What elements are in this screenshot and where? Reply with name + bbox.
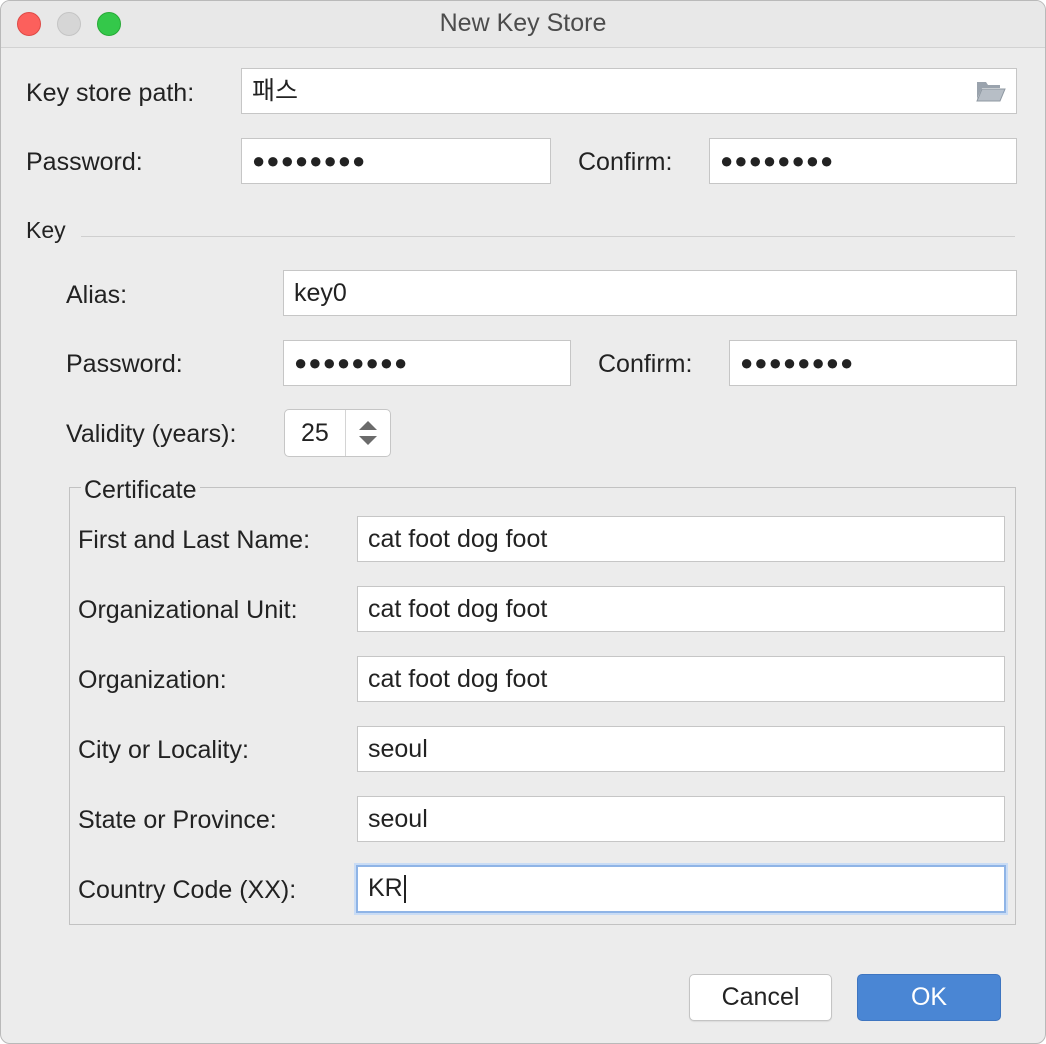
validity-label: Validity (years): <box>66 420 237 448</box>
key-section-divider <box>81 236 1015 237</box>
country-code-input[interactable]: KR <box>356 865 1006 913</box>
up-down-arrows-icon[interactable] <box>346 410 390 456</box>
validity-stepper-arrows[interactable] <box>345 410 390 456</box>
folder-open-icon[interactable] <box>976 79 1006 103</box>
country-code-value: KR <box>368 874 403 902</box>
organizational-unit-label: Organizational Unit: <box>78 596 298 624</box>
city-locality-input[interactable]: seoul <box>357 726 1005 772</box>
organization-input[interactable]: cat foot dog foot <box>357 656 1005 702</box>
validity-value: 25 <box>301 419 329 447</box>
alias-label: Alias: <box>66 281 128 309</box>
country-code-label: Country Code (XX): <box>78 876 297 904</box>
ok-button[interactable]: OK <box>857 974 1001 1021</box>
key-password-input[interactable]: ●●●●●●●● <box>283 340 571 386</box>
keystore-path-value: 패스 <box>252 77 299 105</box>
keystore-path-input[interactable]: 패스 <box>241 68 1017 114</box>
cancel-button[interactable]: Cancel <box>689 974 832 1021</box>
title-bar: New Key Store <box>1 1 1045 48</box>
window-title: New Key Store <box>439 9 607 37</box>
alias-input[interactable]: key0 <box>283 270 1017 316</box>
keystore-password-label: Password: <box>26 148 143 176</box>
state-province-input[interactable]: seoul <box>357 796 1005 842</box>
new-key-store-dialog: New Key Store Key store path: 패스 Passwor… <box>0 0 1046 1044</box>
validity-stepper[interactable]: 25 <box>284 409 391 457</box>
keystore-confirm-input[interactable]: ●●●●●●●● <box>709 138 1017 184</box>
keystore-confirm-label: Confirm: <box>578 148 673 176</box>
key-password-label: Password: <box>66 350 183 378</box>
city-locality-label: City or Locality: <box>78 736 249 764</box>
organizational-unit-input[interactable]: cat foot dog foot <box>357 586 1005 632</box>
key-section-label: Key <box>26 217 66 243</box>
key-confirm-label: Confirm: <box>598 350 693 378</box>
key-confirm-input[interactable]: ●●●●●●●● <box>729 340 1017 386</box>
first-last-name-label: First and Last Name: <box>78 526 311 554</box>
state-province-label: State or Province: <box>78 806 277 834</box>
certificate-group-title: Certificate <box>81 476 200 504</box>
keystore-password-input[interactable]: ●●●●●●●● <box>241 138 551 184</box>
text-cursor <box>403 875 406 904</box>
first-last-name-input[interactable]: cat foot dog foot <box>357 516 1005 562</box>
keystore-path-label: Key store path: <box>26 79 195 107</box>
organization-label: Organization: <box>78 666 227 694</box>
